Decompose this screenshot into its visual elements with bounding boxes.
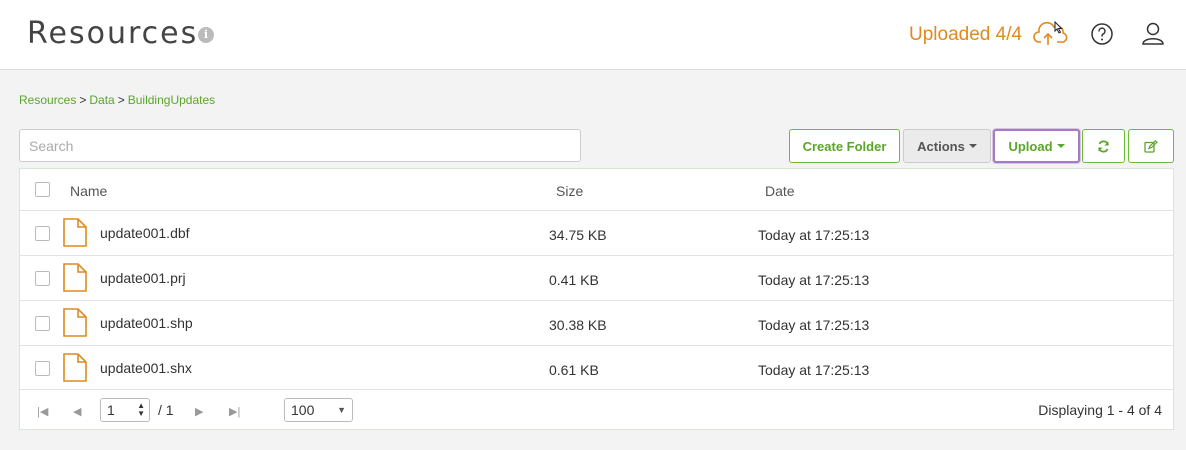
caret-down-icon <box>1056 144 1065 148</box>
row-checkbox[interactable] <box>35 361 50 376</box>
actions-dropdown-button[interactable]: Actions <box>903 129 991 163</box>
column-header-name[interactable]: Name <box>70 183 107 199</box>
file-name[interactable]: update001.shx <box>100 360 192 376</box>
spinner-icon[interactable]: ▲ ▼ <box>137 402 145 418</box>
file-icon <box>63 263 87 292</box>
upload-label: Upload <box>1008 138 1053 154</box>
file-size: 34.75 KB <box>549 227 607 243</box>
page-total: / 1 <box>158 402 174 418</box>
file-date: Today at 17:25:13 <box>758 362 870 378</box>
displaying-count: Displaying 1 - 4 of 4 <box>1038 402 1162 418</box>
breadcrumb: Resources > Data > BuildingUpdates <box>19 93 215 107</box>
table-row[interactable]: update001.shx 0.61 KB Today at 17:25:13 <box>20 346 1173 390</box>
table-row[interactable]: update001.dbf 34.75 KB Today at 17:25:13 <box>20 211 1173 256</box>
breadcrumb-separator: > <box>117 93 125 107</box>
per-page-value: 100 <box>291 402 315 418</box>
file-icon <box>63 218 87 247</box>
caret-down-icon <box>968 144 977 148</box>
file-date: Today at 17:25:13 <box>758 317 870 333</box>
column-header-date[interactable]: Date <box>765 183 795 199</box>
upload-status[interactable]: Uploaded 4/4 <box>909 24 1022 46</box>
first-page-icon[interactable]: |◀ <box>37 405 48 418</box>
create-folder-button[interactable]: Create Folder <box>789 129 900 163</box>
breadcrumb-data[interactable]: Data <box>89 93 114 107</box>
select-all-checkbox[interactable] <box>35 182 50 197</box>
top-bar: Resources i Uploaded 4/4 <box>0 0 1186 70</box>
page-title: Resources <box>27 16 199 51</box>
file-icon <box>63 353 87 382</box>
file-size: 0.61 KB <box>549 362 599 378</box>
file-icon <box>63 308 87 337</box>
page-number-input[interactable]: 1 ▲ ▼ <box>100 398 150 422</box>
edit-icon <box>1144 139 1158 153</box>
info-icon[interactable]: i <box>198 27 214 43</box>
column-header-size[interactable]: Size <box>556 183 583 199</box>
refresh-icon <box>1098 139 1109 153</box>
select-arrow-icon: ▼ <box>337 405 346 415</box>
refresh-button[interactable] <box>1082 129 1125 163</box>
file-name[interactable]: update001.shp <box>100 315 193 331</box>
per-page-select[interactable]: 100 ▼ <box>284 398 353 422</box>
file-date: Today at 17:25:13 <box>758 272 870 288</box>
file-size: 30.38 KB <box>549 317 607 333</box>
help-icon[interactable] <box>1090 22 1114 46</box>
files-table: Name Size Date update001.dbf 34.75 KB To… <box>19 168 1174 430</box>
table-row[interactable]: update001.shp 30.38 KB Today at 17:25:13 <box>20 301 1173 346</box>
row-checkbox[interactable] <box>35 271 50 286</box>
row-checkbox[interactable] <box>35 316 50 331</box>
table-row[interactable]: update001.prj 0.41 KB Today at 17:25:13 <box>20 256 1173 301</box>
page-number-value: 1 <box>107 402 115 418</box>
breadcrumb-building-updates[interactable]: BuildingUpdates <box>128 93 215 107</box>
upload-dropdown-button[interactable]: Upload <box>993 129 1080 163</box>
row-checkbox[interactable] <box>35 226 50 241</box>
prev-page-icon[interactable]: ◀ <box>73 405 81 418</box>
breadcrumb-separator: > <box>79 93 87 107</box>
table-header: Name Size Date <box>20 169 1173 211</box>
file-name[interactable]: update001.dbf <box>100 225 190 241</box>
file-date: Today at 17:25:13 <box>758 227 870 243</box>
cloud-upload-icon[interactable] <box>1033 18 1069 48</box>
user-icon[interactable] <box>1141 21 1165 46</box>
next-page-icon[interactable]: ▶ <box>195 405 203 418</box>
pagination-bar: |◀ ◀ 1 ▲ ▼ / 1 ▶ ▶| 100 ▼ Displaying 1 - … <box>20 390 1173 430</box>
last-page-icon[interactable]: ▶| <box>229 405 240 418</box>
breadcrumb-resources[interactable]: Resources <box>19 93 76 107</box>
file-name[interactable]: update001.prj <box>100 270 186 286</box>
create-folder-label: Create Folder <box>802 138 887 154</box>
file-size: 0.41 KB <box>549 272 599 288</box>
search-input[interactable] <box>19 129 581 162</box>
edit-button[interactable] <box>1128 129 1174 163</box>
actions-label: Actions <box>917 138 965 154</box>
